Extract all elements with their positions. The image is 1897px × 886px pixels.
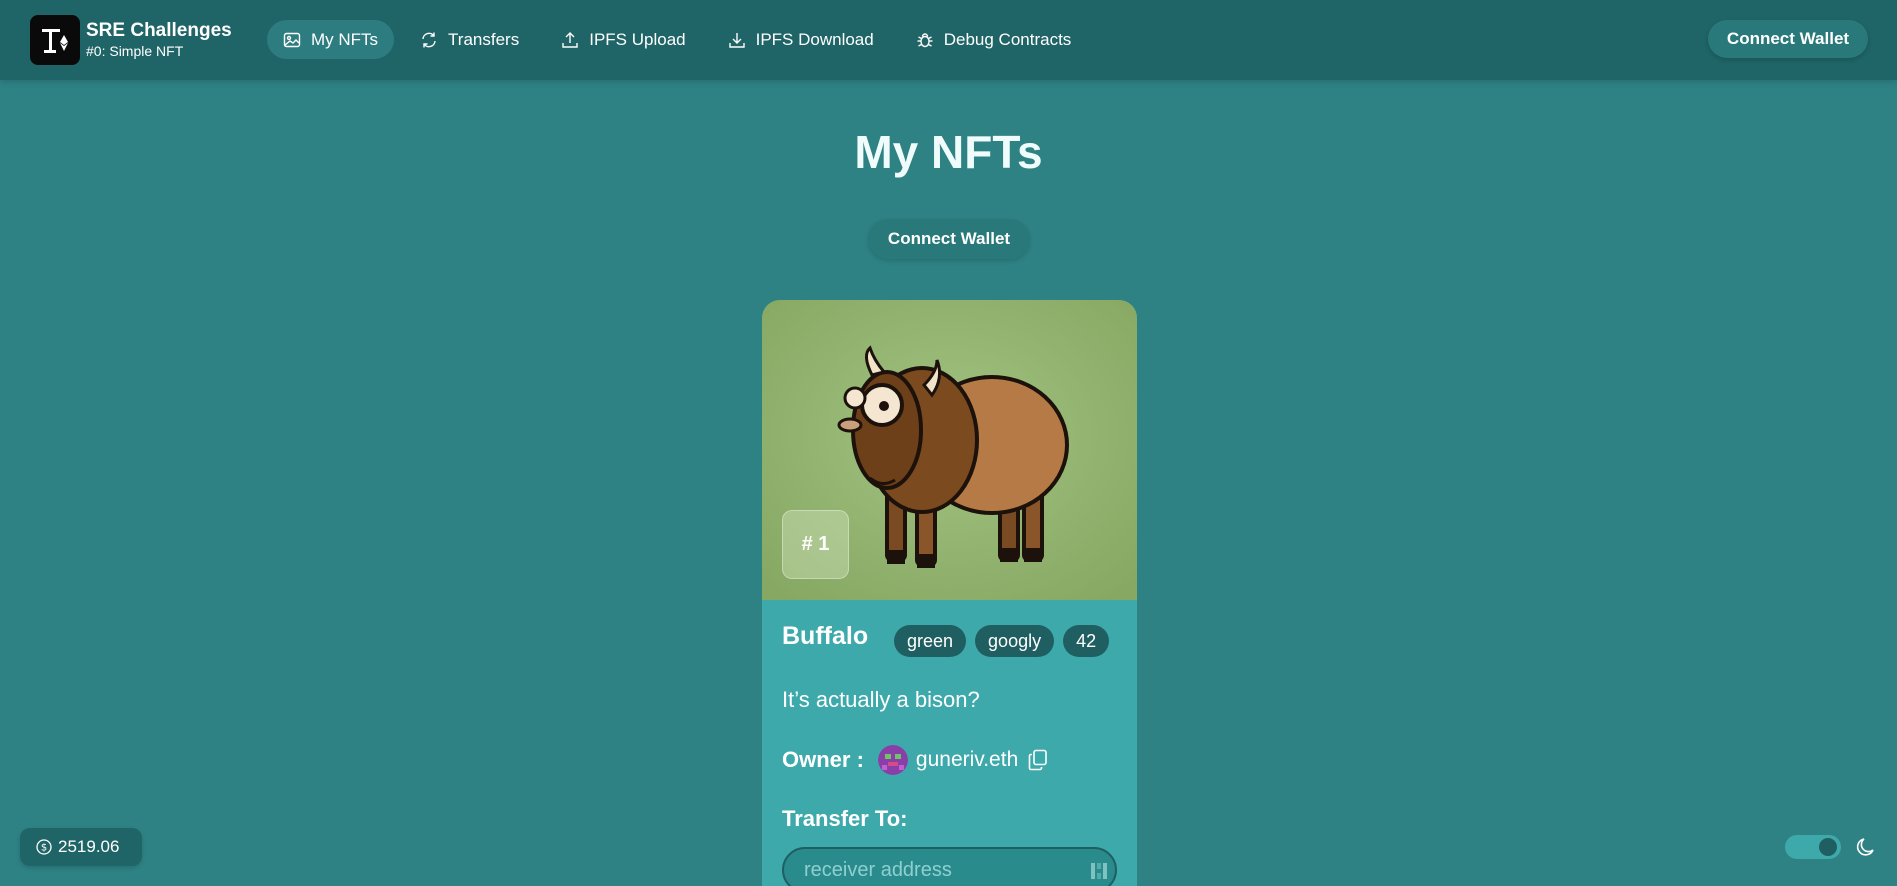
- owner-label: Owner :: [782, 747, 864, 772]
- theme-toggle[interactable]: [1785, 835, 1841, 859]
- owner-address[interactable]: guneriv.eth: [916, 748, 1018, 772]
- nft-card: # 1 Buffalo green googly 42 It’s actuall…: [762, 300, 1137, 886]
- nav-transfers[interactable]: Transfers: [404, 20, 535, 59]
- brand-subtitle: #0: Simple NFT: [86, 43, 184, 59]
- transfer-label: Transfer To:: [782, 806, 908, 831]
- nav-transfers-label: Transfers: [448, 29, 520, 49]
- attribute-tag: green: [894, 625, 967, 657]
- main-nav: My NFTs Transfers IPFS Upload IPFS Downl…: [267, 20, 1097, 59]
- svg-text:$: $: [41, 843, 47, 854]
- nav-my-nfts-label: My NFTs: [311, 29, 379, 49]
- receiver-address-input[interactable]: [804, 858, 1074, 882]
- page-title: My NFTs: [854, 126, 1043, 178]
- attribute-tag: googly: [975, 625, 1055, 657]
- balance-badge[interactable]: $ 2519.06: [20, 828, 142, 866]
- scaffold-logo-icon: [30, 15, 80, 65]
- download-icon: [728, 32, 745, 48]
- connect-wallet-button[interactable]: Connect Wallet: [868, 219, 1030, 259]
- owner-row: Owner : guneriv.eth: [782, 745, 1048, 775]
- brand-title: SRE Challenges: [86, 20, 232, 41]
- nav-my-nfts[interactable]: My NFTs: [267, 20, 395, 59]
- nav-ipfs-upload[interactable]: IPFS Upload: [545, 20, 701, 59]
- moon-icon: [1856, 838, 1874, 856]
- dollar-icon: $: [36, 839, 52, 855]
- blockie-icon: [1091, 863, 1107, 879]
- balance-value: 2519.06: [58, 837, 120, 856]
- copy-icon[interactable]: [1028, 749, 1048, 771]
- attribute-tag: 42: [1063, 625, 1110, 657]
- top-navbar: SRE Challenges #0: Simple NFT My NFTs Tr…: [0, 0, 1897, 80]
- receiver-address-field[interactable]: [782, 847, 1117, 886]
- upload-icon: [562, 31, 578, 48]
- nav-ipfs-download[interactable]: IPFS Download: [712, 20, 890, 59]
- toggle-knob: [1819, 838, 1837, 856]
- owner-avatar: [877, 745, 908, 775]
- bug-icon: [917, 32, 933, 47]
- nft-attributes: green googly 42: [894, 625, 1118, 657]
- image-icon: [283, 32, 301, 47]
- nft-description: It’s actually a bison?: [782, 687, 980, 712]
- nav-debug-contracts-label: Debug Contracts: [943, 29, 1072, 49]
- nav-ipfs-download-label: IPFS Download: [755, 29, 874, 49]
- refresh-icon: [422, 32, 436, 47]
- token-id-badge: # 1: [782, 510, 849, 579]
- nft-name: Buffalo: [782, 622, 869, 650]
- header-connect-wallet-button[interactable]: Connect Wallet: [1708, 20, 1868, 58]
- brand[interactable]: SRE Challenges #0: Simple NFT: [30, 15, 232, 65]
- nav-ipfs-upload-label: IPFS Upload: [589, 29, 686, 49]
- nav-debug-contracts[interactable]: Debug Contracts: [900, 20, 1088, 59]
